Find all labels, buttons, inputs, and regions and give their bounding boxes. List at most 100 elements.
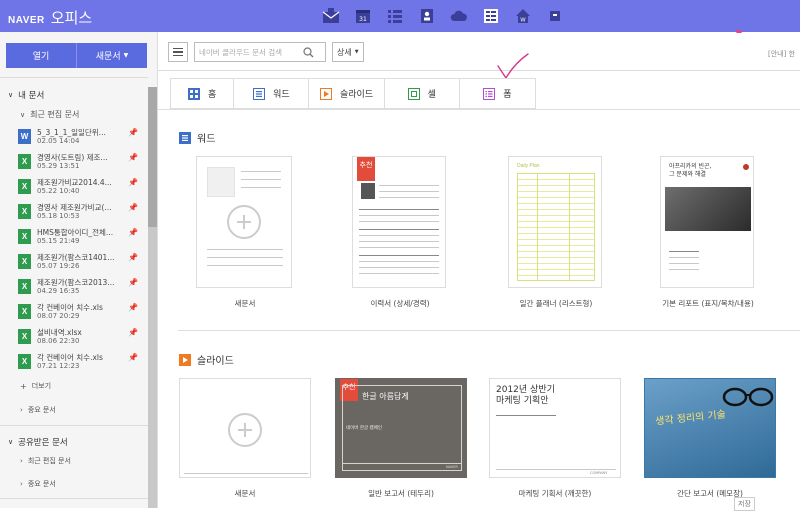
file-date: 08.06 22:30 (37, 337, 80, 345)
template-card-basic-report[interactable]: 아프리카의 빈곤, 그 문제와 해결 기본 리포트 (표지/목차/내용) (660, 156, 756, 308)
search-icon[interactable] (303, 46, 314, 58)
search-box[interactable] (194, 42, 326, 62)
app-icon[interactable] (544, 5, 566, 27)
pin-icon[interactable]: 📌 (128, 178, 138, 187)
file-item[interactable]: X 경영사 제조원가비교(... 05.18 10:53 📌 (18, 202, 146, 224)
pin-icon[interactable]: 📌 (128, 328, 138, 337)
pin-icon[interactable]: 📌 (128, 128, 138, 137)
chevron-down-icon: ∨ (8, 91, 14, 99)
caret-down-icon: ▼ (354, 49, 359, 55)
template-label: 간단 보고서 (메모장) (677, 489, 743, 498)
tab-label: 슬라이드 (340, 90, 374, 100)
tab-cell[interactable]: 셀 (385, 79, 460, 108)
important-documents-label: 중요 문서 (27, 406, 56, 414)
file-item[interactable]: X 경영사(도트림) 제조... 05.29 13:51 📌 (18, 152, 146, 174)
divider (158, 109, 800, 110)
chevron-right-icon: › (20, 480, 23, 488)
pin-icon[interactable]: 📌 (128, 303, 138, 312)
pin-icon[interactable]: 📌 (128, 203, 138, 212)
file-item[interactable]: X 설비내역.xlsx 08.06 22:30 📌 (18, 327, 146, 349)
template-card-daily-planner[interactable]: Daily Plan 일간 플래너 (리스트형) (508, 156, 604, 308)
thumbnail-title: 아프리카의 빈곤, 그 문제와 해결 (669, 163, 712, 178)
contacts-icon[interactable] (416, 5, 438, 27)
word-icon (253, 87, 266, 100)
home-icon[interactable]: W (512, 5, 534, 27)
mail-icon[interactable] (320, 5, 342, 27)
excel-file-icon: X (18, 279, 31, 294)
template-card-new-word[interactable]: 새문서 (196, 156, 294, 308)
tab-home[interactable]: 홈 (171, 79, 235, 108)
file-item[interactable]: X HMS통합아이디_전체... 05.15 21:49 📌 (18, 227, 146, 249)
template-thumbnail: 2012년 상반기 마케팅 기획안 COMPANY (489, 378, 621, 478)
tab-label: 홈 (208, 90, 217, 100)
template-card-resume[interactable]: 추천 이력서 (상세/경력) (352, 156, 448, 308)
report-photo (665, 187, 751, 231)
app-logo[interactable]: NAVER 오피스 (8, 7, 92, 28)
new-document-button[interactable]: 새문서 ▼ (77, 43, 147, 68)
cloud-icon[interactable] (448, 5, 470, 27)
chevron-down-icon: ∨ (8, 438, 14, 446)
save-button[interactable]: 저장 (734, 497, 755, 511)
notice-text[interactable]: [안내] 한 (768, 49, 795, 59)
sidebar-scrollbar-thumb[interactable] (148, 87, 157, 227)
excel-file-icon: X (18, 304, 31, 319)
file-item[interactable]: X 각 컨베이어 치수.xls 07.21 12:23 📌 (18, 352, 146, 374)
pin-icon[interactable]: 📌 (128, 228, 138, 237)
file-date: 05.29 13:51 (37, 162, 80, 170)
divider (0, 425, 148, 426)
file-item[interactable]: W 5_3_1_1_일일단위... 02.05 14:04 📌 (18, 127, 146, 149)
recent-documents-header[interactable]: ∨ 최근 편집 문서 (20, 109, 79, 120)
menu-icon[interactable] (168, 42, 188, 62)
calendar-icon[interactable]: 31 (352, 5, 374, 27)
my-documents-header[interactable]: ∨ 내 문서 (8, 89, 44, 101)
tab-form[interactable]: 폼 (460, 79, 535, 108)
excel-file-icon: X (18, 204, 31, 219)
svg-text:W: W (520, 18, 526, 24)
pin-icon[interactable]: 📌 (128, 353, 138, 362)
list-icon[interactable] (384, 5, 406, 27)
template-thumbnail (196, 156, 292, 288)
template-card-new-slide[interactable]: 새문서 (179, 378, 311, 500)
divider (158, 70, 800, 71)
shared-important-label: 중요 문서 (27, 480, 56, 488)
file-date: 07.21 12:23 (37, 362, 80, 370)
important-documents-item[interactable]: › 중요 문서 (20, 405, 56, 415)
pin-icon[interactable]: 📌 (128, 153, 138, 162)
brand-name: NAVER (8, 15, 45, 26)
template-card-simple-report[interactable]: 생각 정리의 기술 간단 보고서 (메모장) (644, 378, 776, 500)
shared-recent-item[interactable]: › 최근 편집 문서 (20, 456, 71, 466)
file-item[interactable]: X 제조원가비교2014.4... 05.22 10:40 📌 (18, 177, 146, 199)
file-date: 05.07 19:26 (37, 262, 80, 270)
slide-section-title: 슬라이드 (179, 352, 234, 367)
excel-file-icon: X (18, 229, 31, 244)
word-icon (179, 131, 191, 144)
detail-search-button[interactable]: 상세 ▼ (332, 42, 364, 62)
tab-slide[interactable]: 슬라이드 (309, 79, 385, 108)
photo-placeholder (361, 183, 375, 199)
pin-icon[interactable]: 📌 (128, 253, 138, 262)
section-title-text: 슬라이드 (197, 356, 234, 367)
template-tabs: 홈 워드 슬라이드 셀 폼 (170, 78, 536, 109)
file-item[interactable]: X 제조원가(팜스코2013... 04.29 16:35 📌 (18, 277, 146, 299)
tab-word[interactable]: 워드 (234, 79, 310, 108)
pin-icon[interactable]: 📌 (128, 278, 138, 287)
slide-icon (179, 353, 191, 366)
office-icon[interactable] (480, 5, 502, 27)
open-button[interactable]: 열기 (6, 43, 77, 68)
shared-important-item[interactable]: › 중요 문서 (20, 479, 56, 489)
section-title-text: 워드 (197, 134, 216, 145)
excel-file-icon: X (18, 254, 31, 269)
shared-documents-label: 공유받은 문서 (18, 438, 68, 448)
template-card-general-report[interactable]: 추천 한글 아름답게 네이버 한글 캠페인 NAVER 일반 보고서 (테두리) (335, 378, 467, 500)
template-card-marketing-plan[interactable]: 2012년 상반기 마케팅 기획안 COMPANY 마케팅 기획서 (깨끗한) (489, 378, 621, 500)
file-item[interactable]: X 각 컨베이어 치수.xls 08.07 20:29 📌 (18, 302, 146, 324)
photo-placeholder (207, 167, 235, 197)
search-input[interactable] (199, 47, 303, 57)
template-label: 기본 리포트 (표지/목차/내용) (662, 299, 754, 308)
file-item[interactable]: X 제조원가(팜스코1401... 05.07 19:26 📌 (18, 252, 146, 274)
shared-documents-header[interactable]: ∨ 공유받은 문서 (8, 436, 68, 448)
glasses-icon (722, 387, 774, 407)
my-documents-label: 내 문서 (18, 91, 45, 101)
excel-file-icon: X (18, 154, 31, 169)
more-link[interactable]: + 더보기 (20, 381, 51, 391)
